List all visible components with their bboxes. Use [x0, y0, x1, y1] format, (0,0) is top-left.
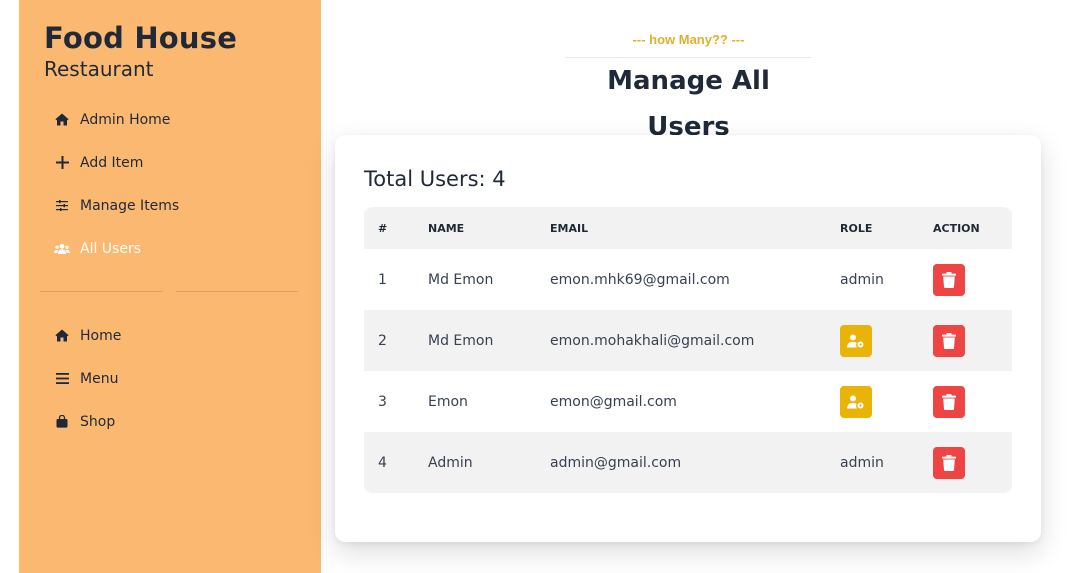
user-name: Md Emon — [428, 271, 494, 288]
sidebar-item-admin-home[interactable]: Admin Home — [19, 98, 321, 141]
sidebar-item-add-item[interactable]: Add Item — [19, 141, 321, 184]
users-table: # NAME EMAIL ROLE ACTION 1 Md Emon emon.… — [364, 207, 1012, 493]
sidebar-item-label: Manage Items — [80, 197, 180, 214]
sidebar-item-label: All Users — [80, 240, 142, 257]
make-admin-button[interactable] — [840, 324, 872, 357]
user-cog-icon — [847, 395, 864, 408]
column-header: # — [378, 221, 388, 235]
user-cog-icon — [847, 334, 864, 347]
sidebar-item-label: Shop — [80, 413, 116, 430]
users-icon — [54, 241, 70, 257]
sidebar-item-label: Add Item — [80, 154, 144, 171]
action-cell — [933, 324, 965, 357]
shopping-bag-icon — [54, 414, 70, 430]
action-cell — [933, 263, 965, 296]
sidebar-item-label: Home — [80, 327, 122, 344]
trash-icon — [942, 393, 956, 410]
brand-title: Food House — [44, 21, 238, 55]
trash-icon — [942, 454, 956, 471]
sidebar-item-manage-items[interactable]: Manage Items — [19, 184, 321, 227]
sidebar-item-label: Admin Home — [80, 111, 171, 128]
action-cell — [933, 385, 965, 418]
user-email: emon@gmail.com — [550, 393, 677, 410]
sidebar: Food House Restaurant Admin Home Add Ite… — [19, 0, 321, 573]
row-number: 2 — [378, 332, 387, 349]
sidebar-item-menu[interactable]: Menu — [19, 357, 321, 400]
table-row: 2 Md Emon emon.mohakhali@gmail.com — [364, 310, 1012, 371]
admin-nav: Admin Home Add Item Manage Items All Use… — [19, 98, 321, 270]
role-cell — [840, 385, 872, 418]
sidebar-item-shop[interactable]: Shop — [19, 400, 321, 443]
sidebar-item-home[interactable]: Home — [19, 314, 321, 357]
action-cell — [933, 446, 965, 479]
home-icon — [54, 112, 70, 128]
column-header: ACTION — [933, 221, 980, 235]
user-name: Md Emon — [428, 332, 494, 349]
table-header: # NAME EMAIL ROLE ACTION — [364, 207, 1012, 249]
trash-icon — [942, 271, 956, 288]
page: Food House Restaurant Admin Home Add Ite… — [0, 0, 1084, 573]
row-number: 4 — [378, 454, 387, 471]
section-heading: --- how Many?? --- Manage All Users — [566, 28, 811, 151]
home-icon — [54, 328, 70, 344]
user-name: Admin — [428, 454, 473, 471]
main-nav: Home Menu Shop — [19, 314, 321, 443]
sidebar-item-label: Menu — [80, 370, 119, 387]
column-header: EMAIL — [550, 221, 589, 235]
sidebar-item-all-users[interactable]: All Users — [19, 227, 321, 270]
divider — [176, 291, 298, 292]
user-role: admin — [840, 454, 884, 471]
section-kicker: --- how Many?? --- — [632, 32, 745, 47]
delete-user-button[interactable] — [933, 324, 965, 357]
column-header: NAME — [428, 221, 465, 235]
bars-icon — [54, 371, 70, 387]
sliders-icon — [54, 198, 70, 214]
plus-icon — [54, 155, 70, 171]
user-role: admin — [840, 271, 884, 288]
role-cell — [840, 324, 872, 357]
delete-user-button[interactable] — [933, 263, 965, 296]
table-row: 4 Admin admin@gmail.com admin — [364, 432, 1012, 493]
user-name: Emon — [428, 393, 468, 410]
table-row: 3 Emon emon@gmail.com — [364, 371, 1012, 432]
users-card: Total Users: 4 # NAME EMAIL ROLE ACTION … — [335, 135, 1041, 542]
delete-user-button[interactable] — [933, 385, 965, 418]
row-number: 3 — [378, 393, 387, 410]
delete-user-button[interactable] — [933, 446, 965, 479]
divider — [40, 291, 163, 292]
trash-icon — [942, 332, 956, 349]
user-email: admin@gmail.com — [550, 454, 682, 471]
total-users: Total Users: 4 — [364, 167, 506, 191]
row-number: 1 — [378, 271, 387, 288]
table-row: 1 Md Emon emon.mhk69@gmail.com admin — [364, 249, 1012, 310]
column-header: ROLE — [840, 221, 873, 235]
make-admin-button[interactable] — [840, 385, 872, 418]
user-email: emon.mhk69@gmail.com — [550, 271, 730, 288]
user-email: emon.mohakhali@gmail.com — [550, 332, 755, 349]
brand-subtitle: Restaurant — [44, 57, 154, 81]
brand: Food House Restaurant — [44, 20, 237, 82]
